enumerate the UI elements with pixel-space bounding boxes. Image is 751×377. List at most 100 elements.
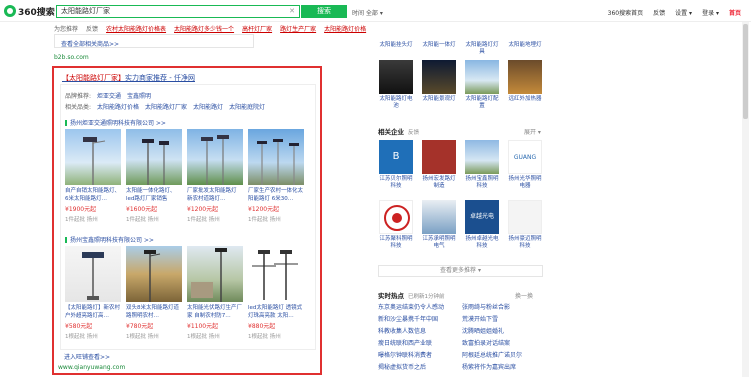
category-link[interactable]: 太阳能路灯 (193, 102, 223, 111)
product-card[interactable]: 自产自销太阳能路灯、6米太阳能路灯… ¥1900元起 1件起批 扬州 (65, 129, 121, 223)
landscape-light-image[interactable] (422, 60, 456, 94)
hot-topic[interactable]: 张雨绮与粉丝合影 (462, 302, 510, 311)
related-product-caption[interactable]: 太阳能挂头灯 (378, 42, 414, 49)
company-logo[interactable] (508, 200, 542, 234)
company-caption[interactable]: 扬州宝鑫照明科技 (464, 176, 500, 190)
product-card[interactable]: led太阳能路灯 透镜式灯珠高亮款 太阳… ¥880元起 1根起批 扬州 (248, 246, 304, 340)
home-link[interactable]: 360搜索首页 (608, 8, 643, 17)
enter-shop-link[interactable]: 进入旺铺查看>> (64, 352, 110, 361)
product-name[interactable]: 太阳能一体化路灯、led路灯厂家销售 (126, 187, 182, 203)
product-image[interactable] (187, 129, 243, 185)
related-product-caption[interactable]: 太阳能一体灯 (421, 42, 457, 49)
feedback-link[interactable]: 反馈 (408, 130, 419, 136)
hot-topic[interactable]: 瘦日统联和西产业联 (378, 338, 432, 347)
product-card[interactable]: 太阳能一体化路灯、led路灯厂家销售 ¥1600元起 1件起批 扬州 (126, 129, 182, 223)
company-card[interactable]: 卓越光电 扬州卓越光电科技 (464, 200, 500, 250)
product-image[interactable] (248, 129, 304, 185)
company-caption[interactable]: 扬州光华照明电器 (507, 176, 543, 190)
related-link[interactable]: 高杆灯厂家 (242, 24, 272, 33)
feedback-link[interactable]: 反馈 (653, 8, 665, 17)
scrollbar-thumb[interactable] (743, 24, 748, 119)
category-link[interactable]: 太阳能路灯厂家 (145, 102, 187, 111)
company-card[interactable]: 扬州豪迈照明科技 (507, 200, 543, 250)
product-image[interactable] (65, 129, 121, 185)
product-name[interactable]: 【太阳能路灯】新农村户外超亮路灯高… (65, 304, 121, 320)
related-link[interactable]: 路灯生产厂家 (280, 24, 316, 33)
related-link[interactable]: 农村太阳能路灯价格表 (106, 24, 166, 33)
related-link[interactable]: 太阳能路灯价格 (324, 24, 366, 33)
ad-title[interactable]: 【太阳能路灯厂家】实力商家推荐 - 仟净网 (62, 73, 195, 83)
clear-icon[interactable]: ✕ (289, 6, 295, 17)
company-link-2[interactable]: 扬州宝鑫照明科技有限公司 >> (65, 235, 154, 244)
company-logo[interactable]: B (379, 140, 413, 174)
company-logo[interactable]: 卓越光电 (465, 200, 499, 234)
hot-topic[interactable]: 沈腾晒姐姐婚礼 (462, 326, 504, 335)
related-product[interactable]: 太阳能景观灯 (421, 60, 457, 103)
related-product-caption[interactable]: 太阳能路灯配置 (464, 96, 500, 110)
company-card[interactable]: 扬州宏发路灯制造 (421, 140, 457, 190)
expand-button[interactable]: 展开 ▾ (524, 127, 541, 136)
product-name[interactable]: 厂家批发太阳能路灯 新农村道路灯… (187, 187, 243, 203)
related-product[interactable]: 远红外加热器 (507, 60, 543, 103)
company-logo[interactable] (379, 200, 413, 234)
product-name[interactable]: 太阳能光伏路灯生产厂家 自制农村防7… (187, 304, 243, 320)
product-card[interactable]: 厂家生产农村一体化太阳能路灯 6米30… ¥1200元起 1件起批 扬州 (248, 129, 304, 223)
product-card[interactable]: 厂家批发太阳能路灯 新农村道路灯… ¥1200元起 1件起批 扬州 (187, 129, 243, 223)
product-name[interactable]: 双头8米太阳能路灯道路照明农村… (126, 304, 182, 320)
hot-topic[interactable]: 曝格尔钟联科消费者 (378, 350, 432, 359)
related-link[interactable]: 太阳能路灯多少钱一个 (174, 24, 234, 33)
product-card[interactable]: 【太阳能路灯】新农村户外超亮路灯高… ¥580元起 1根起批 扬州 (65, 246, 121, 340)
settings-link[interactable]: 设置 ▾ (675, 8, 692, 17)
company-logo[interactable] (422, 140, 456, 174)
product-card[interactable]: 太阳能光伏路灯生产厂家 自制农村防7… ¥1100元起 1根起批 扬州 (187, 246, 243, 340)
hot-topic[interactable]: 新和沙尘暴携千年中国 (378, 314, 438, 323)
related-feedback[interactable]: 反馈 (86, 24, 98, 33)
more-recommendations-button[interactable]: 查看更多推荐 ▾ (378, 265, 543, 277)
related-product-caption[interactable]: 太阳能景观灯 (421, 96, 457, 103)
company-link-1[interactable]: 扬州炬亚交通照明科技有限公司 >> (65, 118, 166, 127)
related-product[interactable]: 太阳能路灯配置 (464, 60, 500, 110)
view-all-products[interactable]: 查看全部相关商品>> (54, 34, 254, 48)
company-caption[interactable]: 江苏贝尔照明科技 (378, 176, 414, 190)
product-image[interactable] (126, 246, 182, 302)
product-name[interactable]: 自产自销太阳能路灯、6米太阳能路灯… (65, 187, 121, 203)
brand-link[interactable]: 炬亚交通 (97, 91, 121, 100)
company-card[interactable]: 江苏承明照明电气 (421, 200, 457, 250)
hot-topic[interactable]: 杨紫将作为嘉宾出席 (462, 362, 516, 371)
hot-topic[interactable]: 阿根廷总统推广诺贝尔 (462, 350, 522, 359)
product-card[interactable]: 双头8米太阳能路灯道路照明农村… ¥780元起 1根起批 扬州 (126, 246, 182, 340)
product-name[interactable]: led太阳能路灯 透镜式灯珠高亮款 太阳… (248, 304, 304, 320)
brand-link[interactable]: 宝鑫照明 (127, 91, 151, 100)
company-card[interactable]: GUANG 扬州光华照明电器 (507, 140, 543, 190)
related-product[interactable]: 太阳能地埋灯 (507, 40, 543, 49)
product-image[interactable] (248, 246, 304, 302)
search-button[interactable]: 搜索 (301, 5, 347, 18)
related-product[interactable]: 太阳能路灯电池 (378, 60, 414, 110)
search-input[interactable]: 太阳能路灯厂家 ✕ (56, 5, 300, 18)
product-image[interactable] (187, 246, 243, 302)
company-caption[interactable]: 扬州豪迈照明科技 (507, 236, 543, 250)
product-image[interactable] (65, 246, 121, 302)
battery-image[interactable] (379, 60, 413, 94)
product-image[interactable] (126, 129, 182, 185)
related-product-caption[interactable]: 太阳能路灯电池 (378, 96, 414, 110)
related-product[interactable]: 太阳能一体灯 (421, 40, 457, 49)
hot-topic[interactable]: 东京奥运结束仍令人感动 (378, 302, 444, 311)
refresh-button[interactable]: 换一换 (515, 291, 533, 300)
company-logo[interactable] (422, 200, 456, 234)
company-card[interactable]: 江苏聚科照明科技 (378, 200, 414, 250)
category-link[interactable]: 太阳能庭院灯 (229, 102, 265, 111)
related-product[interactable]: 太阳能路灯灯具 (464, 40, 500, 56)
hot-topic[interactable]: 致富拍录对话结案 (462, 338, 510, 347)
heater-image[interactable] (508, 60, 542, 94)
hot-topic[interactable]: 揭秘虚拟货币之后 (378, 362, 426, 371)
related-product-caption[interactable]: 太阳能地埋灯 (507, 42, 543, 49)
login-link[interactable]: 登录 ▾ (702, 8, 719, 17)
company-caption[interactable]: 扬州卓越光电科技 (464, 236, 500, 250)
streetlight-config-image[interactable] (465, 60, 499, 94)
related-product-caption[interactable]: 远红外加热器 (507, 96, 543, 103)
time-filter[interactable]: 时间 全部 ▾ (352, 8, 383, 17)
company-card[interactable]: 扬州宝鑫照明科技 (464, 140, 500, 190)
company-card[interactable]: B 江苏贝尔照明科技 (378, 140, 414, 190)
company-caption[interactable]: 江苏聚科照明科技 (378, 236, 414, 250)
